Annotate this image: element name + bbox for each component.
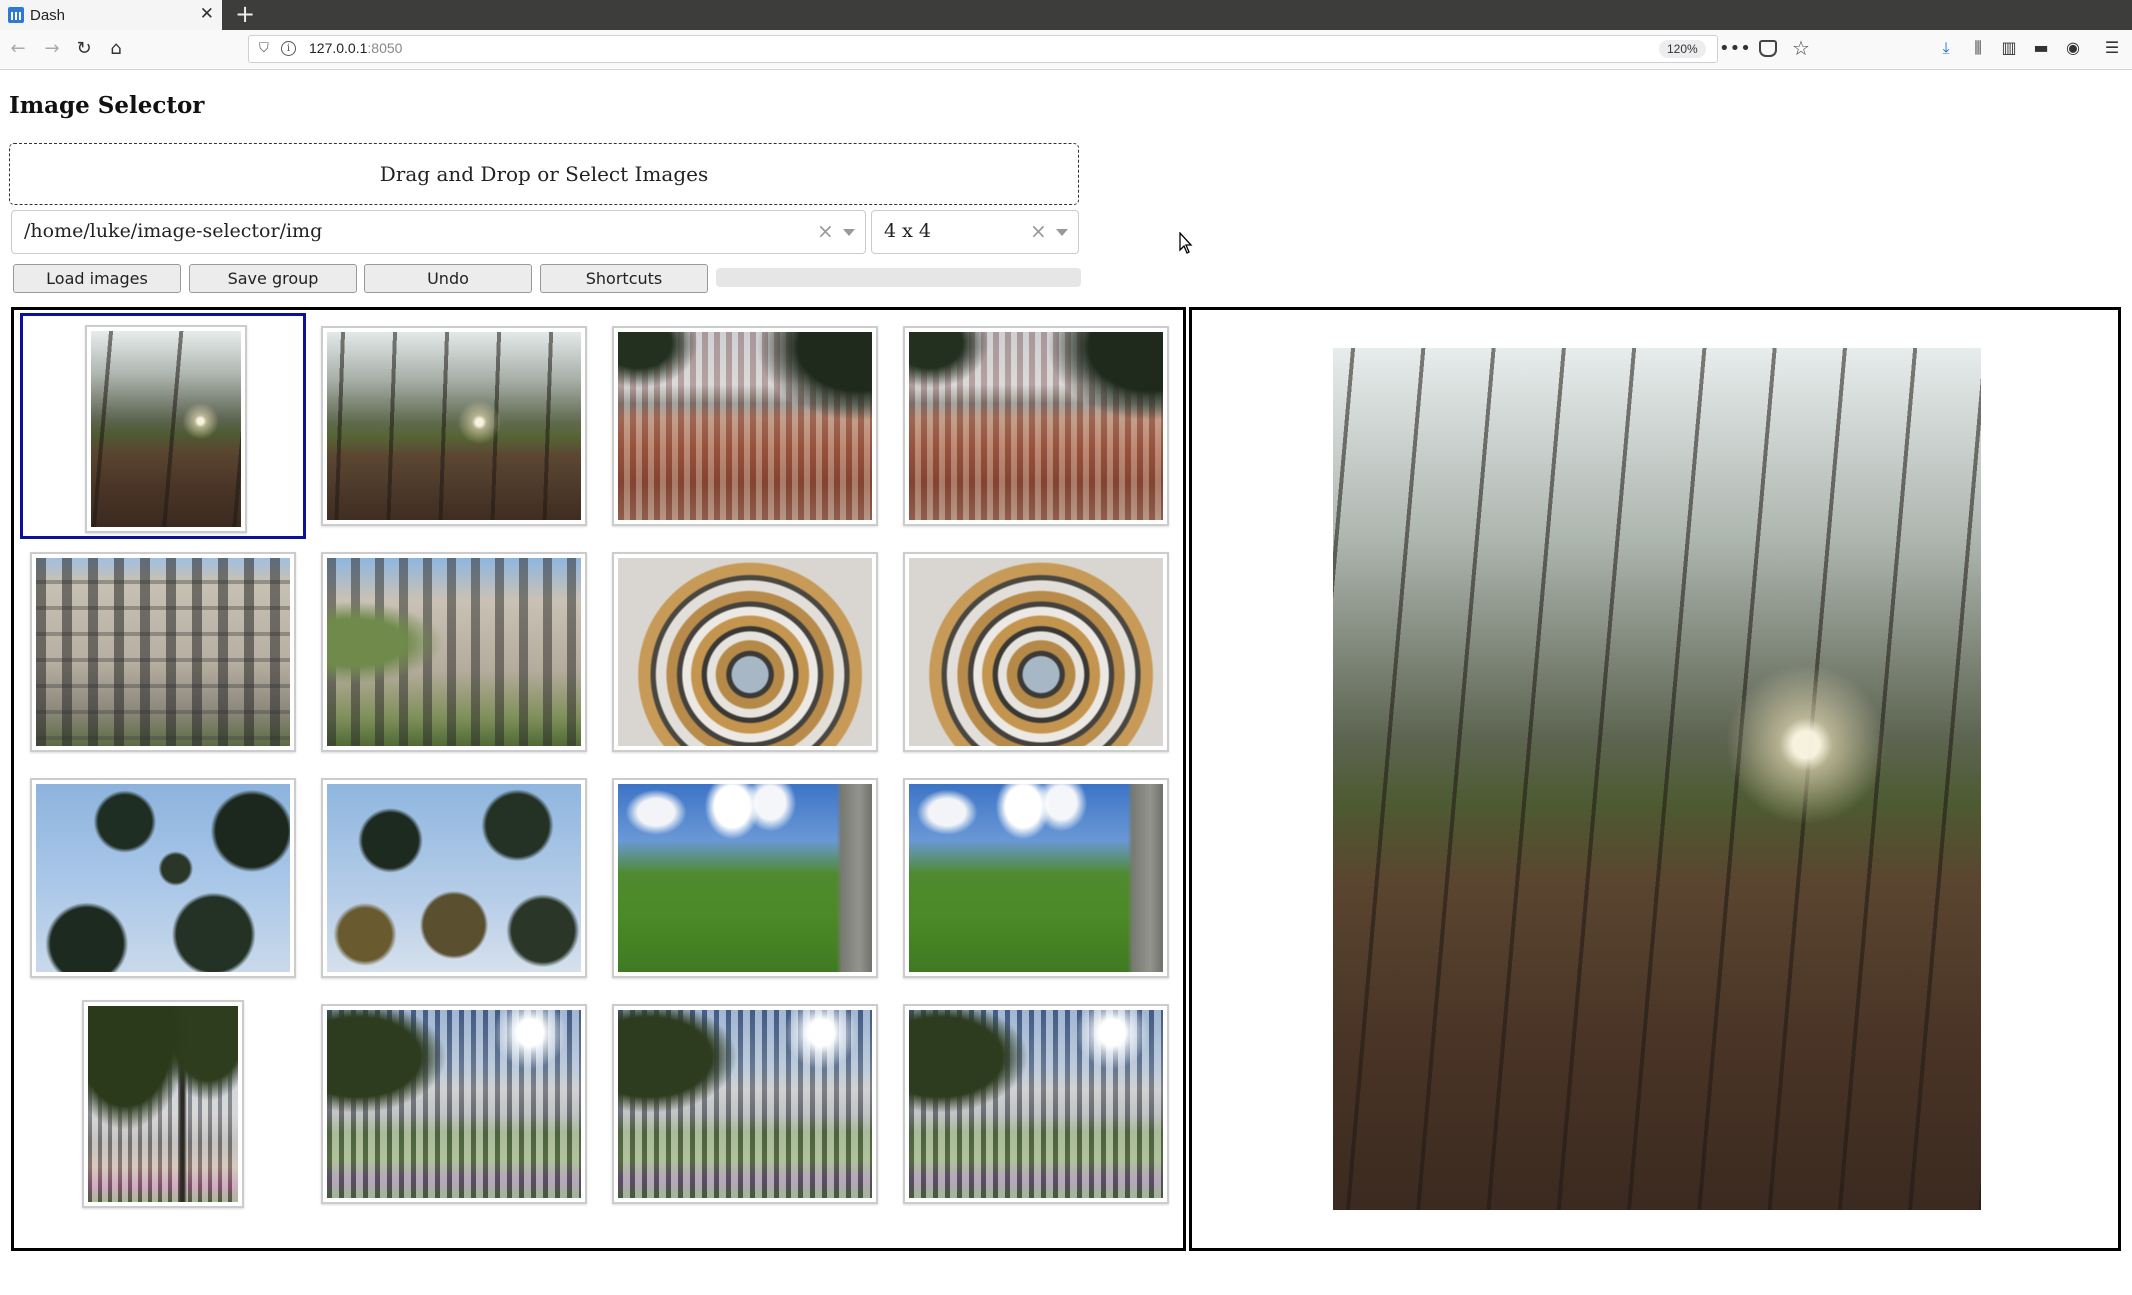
image-thumbnail[interactable]: [903, 326, 1169, 526]
folder-dropdown[interactable]: /home/luke/image-selector/img ×: [11, 210, 866, 254]
browser-tab-bar: Dash ✕ +: [0, 0, 2132, 30]
bookmark-star-icon[interactable]: ☆: [1792, 36, 1810, 60]
close-tab-icon[interactable]: ✕: [200, 4, 214, 24]
grid-cell[interactable]: [311, 765, 597, 991]
image-thumbnail[interactable]: [85, 325, 247, 533]
image-thumbnail[interactable]: [321, 326, 587, 526]
browser-nav-bar: ← → ↻ ⌂ ⛉ i 127.0.0.1:8050 120% ••• ☆ ⤓ …: [0, 30, 2132, 70]
grid-cell[interactable]: [20, 539, 306, 765]
home-icon[interactable]: ⌂: [104, 37, 128, 61]
thumbnail-image: [36, 558, 290, 746]
upload-dropzone[interactable]: Drag and Drop or Select Images: [9, 143, 1079, 205]
image-thumbnail[interactable]: [30, 778, 296, 978]
grid-cell[interactable]: [893, 313, 1179, 539]
more-actions-icon[interactable]: •••: [1719, 38, 1751, 59]
forward-icon[interactable]: →: [40, 37, 64, 61]
undo-button[interactable]: Undo: [364, 264, 532, 293]
progress-bar: [716, 268, 1081, 287]
info-icon[interactable]: i: [281, 41, 296, 56]
image-thumbnail[interactable]: [903, 552, 1169, 752]
grid-size-value: 4 x 4: [884, 220, 931, 242]
grid-size-dropdown[interactable]: 4 x 4 ×: [871, 210, 1079, 254]
thumbnail-image: [327, 558, 581, 746]
grid-cell[interactable]: [311, 313, 597, 539]
load-images-button[interactable]: Load images: [13, 264, 181, 293]
image-thumbnail[interactable]: [321, 1004, 587, 1204]
grid-cell[interactable]: [893, 539, 1179, 765]
page-title: Image Selector: [9, 92, 205, 119]
chevron-down-icon[interactable]: [1056, 229, 1068, 236]
thumbnail-image: [618, 784, 872, 972]
url-host: 127.0.0.1: [309, 40, 368, 56]
grid-cell[interactable]: [20, 991, 306, 1217]
thumbnail-image: [909, 1010, 1163, 1198]
preview-panel: [1189, 307, 2121, 1251]
library-icon[interactable]: ⫼: [1967, 37, 1989, 59]
thumbnail-image: [618, 332, 872, 520]
thumbnail-image: [327, 332, 581, 520]
image-thumbnail[interactable]: [612, 326, 878, 526]
thumbnail-image: [618, 558, 872, 746]
folder-dropdown-value: /home/luke/image-selector/img: [24, 220, 323, 242]
image-thumbnail[interactable]: [321, 778, 587, 978]
thumbnail-image: [327, 784, 581, 972]
thumbnail-image: [36, 784, 290, 972]
tab-title: Dash: [30, 6, 66, 24]
clear-icon[interactable]: ×: [817, 219, 834, 243]
upload-label: Drag and Drop or Select Images: [379, 162, 709, 186]
grid-cell[interactable]: [893, 991, 1179, 1217]
image-thumbnail[interactable]: [82, 1000, 244, 1208]
back-icon[interactable]: ←: [6, 37, 30, 61]
mouse-cursor-icon: [1179, 231, 1193, 258]
url-bar[interactable]: ⛉ i 127.0.0.1:8050 120% ••• ☆: [248, 35, 1810, 63]
image-thumbnail[interactable]: [903, 778, 1169, 978]
image-thumbnail[interactable]: [321, 552, 587, 752]
grid-cell[interactable]: [20, 765, 306, 991]
grid-cell[interactable]: [602, 765, 888, 991]
preview-image[interactable]: [1333, 348, 1981, 1210]
thumbnail-image: [618, 1010, 872, 1198]
account-icon[interactable]: ◉: [2062, 37, 2084, 59]
thumbnail-image: [909, 784, 1163, 972]
downloads-icon[interactable]: ⤓: [1935, 37, 1957, 59]
thumbnail-image: [909, 558, 1163, 746]
pocket-icon[interactable]: [1759, 40, 1777, 57]
grid-cell[interactable]: [602, 539, 888, 765]
thumbnail-image: [909, 332, 1163, 520]
thumbnail-image: [88, 1006, 238, 1202]
image-thumbnail[interactable]: [612, 1004, 878, 1204]
grid-cell[interactable]: [311, 539, 597, 765]
thumbnail-image: [327, 1010, 581, 1198]
extension-icon[interactable]: ▬: [2030, 37, 2052, 59]
image-thumbnail[interactable]: [903, 1004, 1169, 1204]
url-port: :8050: [367, 40, 403, 56]
url-text[interactable]: 127.0.0.1:8050: [309, 40, 402, 56]
new-tab-icon[interactable]: +: [230, 0, 260, 30]
zoom-level-badge[interactable]: 120%: [1659, 40, 1706, 58]
image-grid-panel: [11, 307, 1186, 1251]
save-group-button[interactable]: Save group: [189, 264, 357, 293]
menu-icon[interactable]: ☰: [2101, 37, 2123, 59]
sidebar-icon[interactable]: ▥: [1998, 37, 2020, 59]
image-thumbnail[interactable]: [612, 778, 878, 978]
thumbnail-image: [91, 331, 241, 527]
shield-icon[interactable]: ⛉: [259, 41, 269, 56]
grid-cell[interactable]: [20, 313, 306, 539]
grid-cell[interactable]: [602, 313, 888, 539]
clear-icon[interactable]: ×: [1030, 219, 1047, 243]
grid-cell[interactable]: [602, 991, 888, 1217]
dash-favicon-icon: [8, 7, 24, 23]
image-thumbnail[interactable]: [30, 552, 296, 752]
browser-tab[interactable]: Dash ✕: [0, 0, 222, 30]
grid-cell[interactable]: [893, 765, 1179, 991]
reload-icon[interactable]: ↻: [72, 37, 96, 61]
chevron-down-icon[interactable]: [843, 229, 855, 236]
shortcuts-button[interactable]: Shortcuts: [540, 264, 708, 293]
image-thumbnail[interactable]: [612, 552, 878, 752]
grid-cell[interactable]: [311, 991, 597, 1217]
